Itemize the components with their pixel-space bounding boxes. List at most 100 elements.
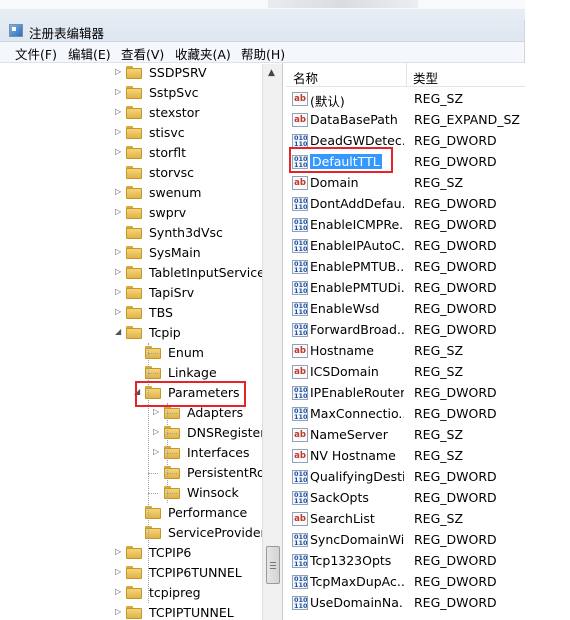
value-row[interactable]: 010 110 EnableIPAutoC... REG_DWORD [286,235,525,256]
tree-scrollbar[interactable]: ▲ [262,64,282,620]
value-row[interactable]: 010 110 MaxConnectio... REG_DWORD [286,403,525,424]
tree-item-label: Synth3dVsc [149,225,223,240]
value-row[interactable]: 010 110 ForwardBroad... REG_DWORD [286,319,525,340]
expand-arrow-icon[interactable]: ▷ [115,607,123,616]
value-type: REG_SZ [414,364,464,379]
expand-arrow-icon[interactable]: ▷ [115,207,123,216]
column-separator[interactable] [406,63,407,87]
value-name-text: SackOpts [310,490,369,505]
value-row[interactable]: ab SearchList REG_SZ [286,508,525,529]
column-name[interactable]: 名称 [293,68,318,87]
expand-arrow-icon[interactable]: ▷ [153,427,161,436]
tree-item[interactable]: ▷ swprv [115,203,282,223]
expand-arrow-icon[interactable]: ▷ [115,287,123,296]
value-type: REG_SZ [414,91,464,106]
collapse-arrow-icon[interactable]: ◢ [115,327,123,336]
expand-arrow-icon[interactable]: ▷ [115,567,123,576]
tree-item[interactable]: ServiceProvider [134,523,282,543]
tree-item[interactable]: ▷ stisvc [115,123,282,143]
tree-item[interactable]: ▷ TapiSrv [115,283,282,303]
tree-item[interactable]: ▷ TBS [115,303,282,323]
value-row[interactable]: 010 110 IPEnableRouter REG_DWORD [286,382,525,403]
tree-item[interactable]: ▷ stexstor [115,103,282,123]
expand-arrow-icon[interactable]: ▷ [115,187,123,196]
tree-item[interactable]: ▷ TabletInputService [115,263,282,283]
tree-item[interactable]: ▷ SysMain [115,243,282,263]
value-row[interactable]: ab (默认) REG_SZ [286,88,525,109]
expand-arrow-icon[interactable]: ▷ [115,307,123,316]
value-row[interactable]: 010 110 SackOpts REG_DWORD [286,487,525,508]
expand-arrow-icon[interactable]: ▷ [115,147,123,156]
scroll-up-icon[interactable]: ▲ [268,68,275,78]
expand-arrow-icon[interactable]: ▷ [115,267,123,276]
expand-arrow-icon[interactable]: ▷ [115,67,123,76]
value-row[interactable]: 010 110 TcpMaxDupAc... REG_DWORD [286,571,525,592]
expand-arrow-icon[interactable]: ▷ [115,87,123,96]
value-row[interactable]: 010 110 EnablePMTUDi... REG_DWORD [286,277,525,298]
tree-item-label: storflt [149,145,186,160]
folder-icon [126,306,142,319]
dword-value-icon: 010 110 [292,491,308,505]
folder-icon [126,266,142,279]
string-value-icon: ab [292,176,308,190]
tree-item-label: TapiSrv [149,285,195,300]
tree-item[interactable]: ▷ SSDPSRV [115,63,282,83]
folder-icon [126,226,142,239]
value-name: EnablePMTUB... [310,259,404,274]
value-row[interactable]: ab DataBasePath REG_EXPAND_SZ [286,109,525,130]
value-row[interactable]: ab Hostname REG_SZ [286,340,525,361]
tree-item[interactable]: Performance [134,503,282,523]
menu-view[interactable]: 查看(V) [121,44,164,63]
folder-icon [126,166,142,179]
value-row[interactable]: 010 110 EnableWsd REG_DWORD [286,298,525,319]
key-tree-pane[interactable]: ▷ SSDPSRV ▷ SstpSvc ▷ stexstor ▷ stisvc ▷ storflt… [10,63,283,620]
tree-item[interactable]: ▷ TCPIP6 [115,543,282,563]
dword-value-icon: 010 110 [292,407,308,421]
tree-item[interactable]: Synth3dVsc [115,223,282,243]
value-row[interactable]: ab Domain REG_SZ [286,172,525,193]
dword-value-icon: 010 110 [292,596,308,610]
tree-item-label: swenum [149,185,202,200]
tree-item[interactable]: ▷ swenum [115,183,282,203]
menu-file[interactable]: 文件(F) [15,44,57,63]
value-row[interactable]: ab NV Hostname REG_SZ [286,445,525,466]
tree-item[interactable]: ◢ Tcpip [115,323,282,343]
tree-guide-line [167,433,177,434]
tree-item-label: Performance [168,505,248,520]
value-type: REG_EXPAND_SZ [414,112,520,127]
tree-item[interactable]: storvsc [115,163,282,183]
tree-item[interactable]: ▷ tcpipreg [115,583,282,603]
grip-line [270,568,276,569]
tree-item[interactable]: ▷ SstpSvc [115,83,282,103]
string-value-icon: ab [292,428,308,442]
value-row[interactable]: 010110QualifyingDesti... REG_DWORD [286,466,525,487]
menu-edit[interactable]: 编辑(E) [68,44,111,63]
tree-item[interactable]: ▷ TCPIPTUNNEL [115,603,282,620]
value-name-text: ICSDomain [310,364,379,379]
expand-arrow-icon[interactable]: ▷ [153,447,161,456]
scroll-thumb[interactable] [266,546,280,584]
value-row[interactable]: 010 110 UseDomainNa... REG_DWORD [286,592,525,613]
expand-arrow-icon[interactable]: ▷ [153,407,161,416]
value-row[interactable]: 010 110 DontAddDefau... REG_DWORD [286,193,525,214]
value-row[interactable]: ab ICSDomain REG_SZ [286,361,525,382]
value-type: REG_DWORD [414,322,497,337]
value-name: ForwardBroad... [310,322,404,337]
value-name: ICSDomain [310,364,404,379]
value-row[interactable]: 010 110 Tcp1323Opts REG_DWORD [286,550,525,571]
value-row[interactable]: 010 110 EnableICMPRe... REG_DWORD [286,214,525,235]
tree-item[interactable]: ▷ TCPIP6TUNNEL [115,563,282,583]
value-row[interactable]: 010 110 EnablePMTUB... REG_DWORD [286,256,525,277]
column-type[interactable]: 类型 [413,68,438,87]
expand-arrow-icon[interactable]: ▷ [115,127,123,136]
tree-item[interactable]: ▷ storflt [115,143,282,163]
value-name: QualifyingDesti... [310,469,404,484]
menu-help[interactable]: 帮助(H) [241,44,285,63]
expand-arrow-icon[interactable]: ▷ [115,547,123,556]
expand-arrow-icon[interactable]: ▷ [115,247,123,256]
menu-favorites[interactable]: 收藏夹(A) [175,44,231,63]
value-row[interactable]: ab NameServer REG_SZ [286,424,525,445]
expand-arrow-icon[interactable]: ▷ [115,587,123,596]
value-row[interactable]: 010110SyncDomainWi... REG_DWORD [286,529,525,550]
expand-arrow-icon[interactable]: ▷ [115,107,123,116]
